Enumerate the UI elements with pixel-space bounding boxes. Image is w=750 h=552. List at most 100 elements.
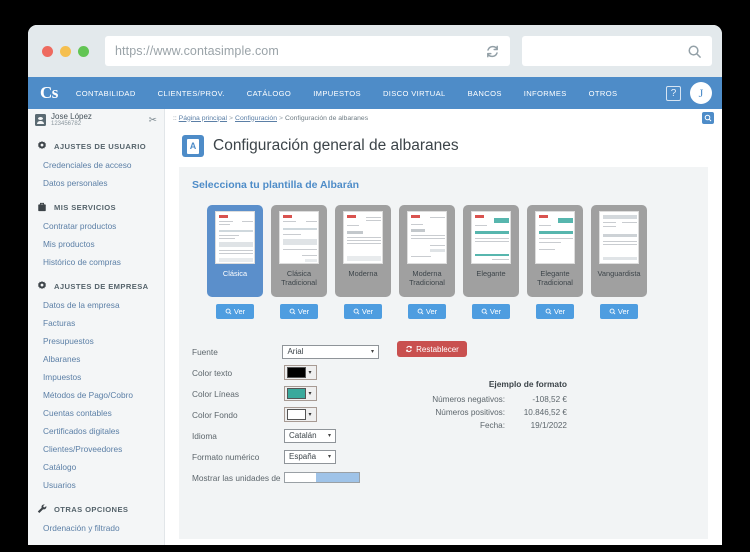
view-template-button[interactable]: Ver xyxy=(472,304,510,319)
view-template-label: Ver xyxy=(233,307,246,316)
chevron-down-icon[interactable]: ▾ xyxy=(306,411,315,418)
template-card-body[interactable]: Vanguardista xyxy=(591,205,647,297)
view-template-button[interactable]: Ver xyxy=(216,304,254,319)
search-icon[interactable] xyxy=(687,44,702,59)
nav-item-bancos[interactable]: BANCOS xyxy=(468,89,502,98)
sidebar-section-ajustes-de-usuario: AJUSTES DE USUARIO xyxy=(28,131,164,156)
reload-icon[interactable] xyxy=(485,44,500,59)
form-row-formato-numerico: Formato numérico España ▾ xyxy=(192,446,379,467)
sidebar-item-albaranes[interactable]: Albaranes xyxy=(28,350,164,368)
nav-item-catalogo[interactable]: CATÁLOGO xyxy=(247,89,291,98)
units-toggle[interactable] xyxy=(284,472,360,483)
browser-search-bar[interactable] xyxy=(522,36,712,66)
sidebar: Jose López 123456782 ✂ AJUSTES DE USUARI… xyxy=(28,109,165,545)
maximize-window-button[interactable] xyxy=(78,45,89,57)
number-format-select-value: España xyxy=(289,452,317,461)
refresh-icon xyxy=(406,345,412,353)
minimize-window-button[interactable] xyxy=(60,45,71,57)
template-card-vanguardista[interactable]: Vanguardista Ver xyxy=(591,205,647,319)
line-color-picker[interactable]: ▾ xyxy=(284,386,317,401)
nav-item-impuestos[interactable]: IMPUESTOS xyxy=(313,89,361,98)
format-example-label: Fecha: xyxy=(479,421,505,430)
app-top-navigation: Cs CONTABILIDAD CLIENTES/PROV. CATÁLOGO … xyxy=(28,77,722,109)
close-window-button[interactable] xyxy=(42,45,53,57)
sidebar-item-datos-de-la-empresa[interactable]: Datos de la empresa xyxy=(28,296,164,314)
chevron-down-icon[interactable]: ▾ xyxy=(306,390,315,397)
template-card-clasica-tradicional[interactable]: Clásica Tradicional Ver xyxy=(271,205,327,319)
template-card-body[interactable]: Moderna Tradicional xyxy=(399,205,455,297)
units-label: Mostrar las unidades de xyxy=(192,472,281,483)
sidebar-item-cuentas-contables[interactable]: Cuentas contables xyxy=(28,404,164,422)
sidebar-item-mis-productos[interactable]: Mis productos xyxy=(28,235,164,253)
sidebar-item-certificados-digitales[interactable]: Certificados digitales xyxy=(28,422,164,440)
view-template-label: Ver xyxy=(617,307,630,316)
bg-color-picker[interactable]: ▾ xyxy=(284,407,317,422)
sidebar-item-metodos-de-pago-cobro[interactable]: Métodos de Pago/Cobro xyxy=(28,386,164,404)
sidebar-item-facturas[interactable]: Facturas xyxy=(28,314,164,332)
nav-item-contabilidad[interactable]: CONTABILIDAD xyxy=(76,89,136,98)
nav-item-clientes-prov[interactable]: CLIENTES/PROV. xyxy=(158,89,225,98)
sidebar-item-credenciales-de-acceso[interactable]: Credenciales de acceso xyxy=(28,156,164,174)
sidebar-item-clientes-proveedores[interactable]: Clientes/Proveedores xyxy=(28,440,164,458)
magnifier-icon[interactable] xyxy=(702,112,714,124)
font-select[interactable]: Arial ▾ xyxy=(282,344,379,359)
template-card-moderna[interactable]: Moderna Ver xyxy=(335,205,391,319)
sidebar-item-usuarios[interactable]: Usuarios xyxy=(28,476,164,494)
sidebar-item-ordenacion-y-filtrado[interactable]: Ordenación y filtrado xyxy=(28,519,164,537)
template-card-body[interactable]: Elegante Tradicional xyxy=(527,205,583,297)
sidebar-item-datos-personales[interactable]: Datos personales xyxy=(28,174,164,192)
nav-item-otros[interactable]: OTROS xyxy=(589,89,618,98)
breadcrumb-separator: > xyxy=(229,114,234,122)
avatar[interactable]: J xyxy=(690,82,712,104)
help-icon[interactable]: ? xyxy=(666,85,681,101)
sidebar-item-historico-de-compras[interactable]: Histórico de compras xyxy=(28,253,164,271)
scissors-icon[interactable]: ✂ xyxy=(149,115,157,126)
template-card-body[interactable]: Clásica Tradicional xyxy=(271,205,327,297)
view-template-button[interactable]: Ver xyxy=(536,304,574,319)
nav-item-disco-virtual[interactable]: DISCO VIRTUAL xyxy=(383,89,446,98)
template-card-clasica[interactable]: Clásica Ver xyxy=(207,205,263,319)
view-template-button[interactable]: Ver xyxy=(344,304,382,319)
window-controls xyxy=(42,45,89,57)
sidebar-item-catalogo[interactable]: Catálogo xyxy=(28,458,164,476)
template-card-body[interactable]: Moderna xyxy=(335,205,391,297)
chevron-down-icon[interactable]: ▾ xyxy=(306,369,315,376)
sidebar-user-box[interactable]: Jose López 123456782 ✂ xyxy=(28,109,164,131)
template-card-elegante[interactable]: Elegante Ver xyxy=(463,205,519,319)
sidebar-item-impuestos[interactable]: Impuestos xyxy=(28,368,164,386)
breadcrumb-section[interactable]: Configuración xyxy=(235,115,277,122)
address-bar[interactable]: https://www.contasimple.com xyxy=(105,36,510,66)
bg-color-swatch[interactable] xyxy=(286,409,306,420)
page-title-row: A Configuración general de albaranes xyxy=(165,127,722,165)
sidebar-item-presupuestos[interactable]: Presupuestos xyxy=(28,332,164,350)
template-card-label: Moderna xyxy=(348,269,378,278)
template-card-elegante-tradicional[interactable]: Elegante Tradicional Ver xyxy=(527,205,583,319)
app-logo[interactable]: Cs xyxy=(40,83,58,103)
breadcrumb: :: Página principal > Configuración > Config… xyxy=(173,115,368,122)
reset-button[interactable]: Restablecer xyxy=(397,341,467,357)
view-template-button[interactable]: Ver xyxy=(280,304,318,319)
number-format-label: Formato numérico xyxy=(192,451,260,462)
text-color-swatch[interactable] xyxy=(286,367,306,378)
text-color-label: Color texto xyxy=(192,367,233,378)
template-card-label: Clásica xyxy=(222,269,248,278)
template-card-moderna-tradicional[interactable]: Moderna Tradicional Ver xyxy=(399,205,455,319)
template-thumbnail xyxy=(471,211,511,264)
number-format-select[interactable]: España ▾ xyxy=(284,449,336,464)
template-card-label: Elegante Tradicional xyxy=(537,269,573,287)
view-template-button[interactable]: Ver xyxy=(408,304,446,319)
breadcrumb-home[interactable]: Página principal xyxy=(179,115,227,122)
magnifier-icon xyxy=(289,308,296,315)
form-row-fuente: Fuente Arial ▾ xyxy=(192,341,379,362)
nav-item-informes[interactable]: INFORMES xyxy=(524,89,567,98)
text-color-picker[interactable]: ▾ xyxy=(284,365,317,380)
template-card-body[interactable]: Elegante xyxy=(463,205,519,297)
magnifier-icon xyxy=(353,308,360,315)
template-card-body[interactable]: Clásica xyxy=(207,205,263,297)
view-template-button[interactable]: Ver xyxy=(600,304,638,319)
sidebar-item-contratar-productos[interactable]: Contratar productos xyxy=(28,217,164,235)
line-color-swatch[interactable] xyxy=(286,388,306,399)
language-select[interactable]: Catalán ▾ xyxy=(284,428,336,443)
url-text: https://www.contasimple.com xyxy=(115,44,279,58)
form-row-color-lineas: Color Líneas ▾ xyxy=(192,383,379,404)
